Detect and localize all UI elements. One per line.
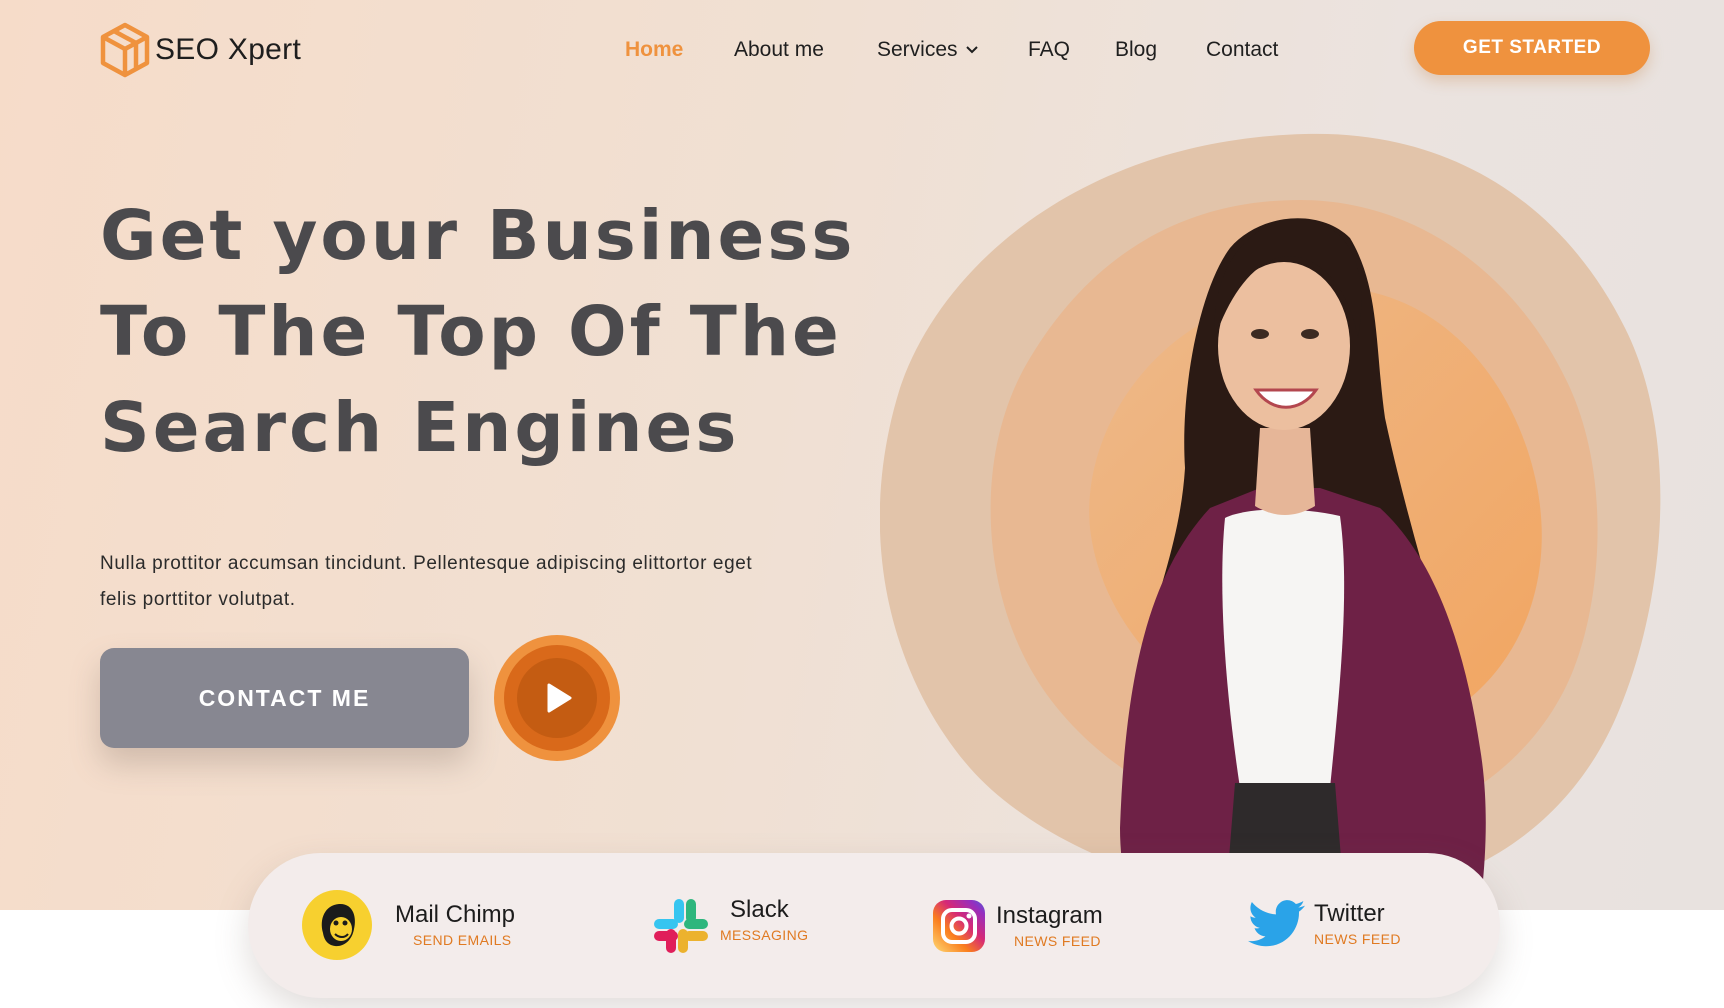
headline-line: Search Engines [100,388,740,468]
partner-tagline: MESSAGING [720,927,809,943]
play-video-button[interactable] [494,635,620,761]
nav-item-contact[interactable]: Contact [1206,38,1278,62]
brand-name: SEO Xpert [155,33,302,66]
nav-item-label: Services [877,38,958,61]
partner-twitter[interactable]: Twitter NEWS FEED [1248,899,1401,949]
nav-item-about-me[interactable]: About me [734,38,824,62]
partner-mailchimp[interactable]: Mail Chimp SEND EMAILS [301,889,515,961]
hero-description: Nulla prottitor accumsan tincidunt. Pell… [100,546,840,618]
partner-tagline: NEWS FEED [1014,933,1101,949]
nav-item-blog[interactable]: Blog [1115,38,1157,62]
hero-headline: Get your Business To The Top Of The Sear… [100,188,860,476]
headline-line: Get your Business [100,196,856,276]
contact-me-button[interactable]: CONTACT ME [100,648,469,748]
chevron-down-icon [965,46,978,54]
slack-icon [654,899,708,953]
twitter-icon [1248,900,1306,947]
description-line: Nulla prottitor accumsan tincidunt. Pell… [100,553,753,574]
nav-item-label: FAQ [1028,38,1071,61]
play-button-core [517,658,597,738]
nav-item-label: About me [734,38,824,61]
nav-item-services[interactable]: Services [877,38,978,62]
partner-slack[interactable]: Slack MESSAGING [652,896,809,955]
headline-line: To The Top Of The [100,292,842,372]
get-started-button[interactable]: GET STARTED [1414,21,1650,75]
nav-item-label: Contact [1206,38,1279,61]
partner-tagline: SEND EMAILS [413,932,512,948]
description-line: felis porttitor volutpat. [100,589,296,610]
nav-item-label: Home [625,38,684,61]
partner-name: Mail Chimp [395,901,516,928]
instagram-icon [933,900,985,952]
hero-portrait-image [880,133,1661,908]
nav-item-label: Blog [1115,38,1158,61]
play-button-ring [504,645,610,751]
nav-item-faq[interactable]: FAQ [1028,38,1070,62]
brand-logo[interactable]: SEO Xpert [99,22,301,78]
play-icon [547,683,572,713]
isometric-cube-logo-icon [100,22,150,78]
nav-item-home[interactable]: Home [625,38,683,62]
partner-name: Twitter [1314,900,1385,927]
partner-tagline: NEWS FEED [1314,931,1401,947]
partner-logos-bar: Mail Chimp SEND EMAILS Slack MESSAGING I… [248,853,1500,998]
partner-name: Instagram [996,902,1103,929]
partner-name: Slack [730,896,789,923]
mailchimp-icon [302,890,372,960]
partner-instagram[interactable]: Instagram NEWS FEED [932,899,1103,953]
